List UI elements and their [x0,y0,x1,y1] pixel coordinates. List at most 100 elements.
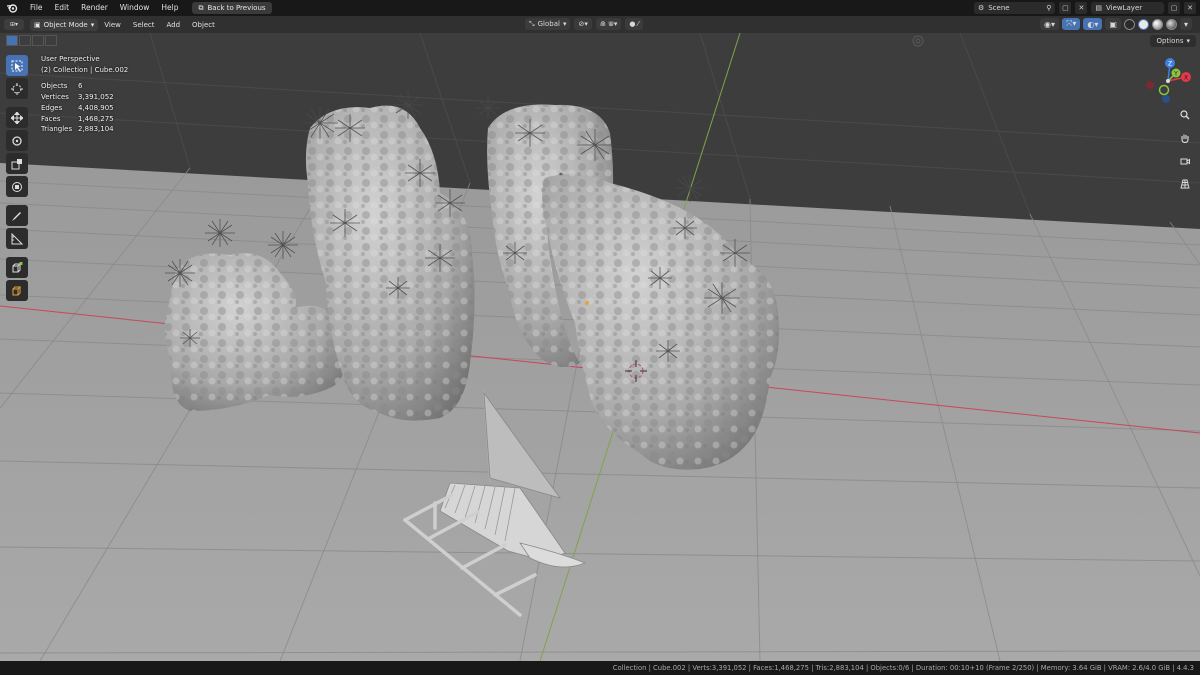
select-new-icon[interactable] [6,35,18,46]
solid-shading-icon[interactable] [1137,18,1149,30]
stat-label: Objects [41,82,68,91]
delete-scene-icon[interactable]: ✕ [1075,2,1088,14]
persp-icon[interactable] [1176,175,1194,193]
shading-options-dropdown[interactable]: ▾ [1179,18,1192,30]
orientation-label: Global [537,20,560,28]
visibility-dropdown[interactable]: ◉▾ [1040,18,1059,30]
viewport-info-overlay: User Perspective (2) Collection | Cube.0… [41,54,128,135]
menu-file[interactable]: File [24,0,49,16]
snap-icon: ⋒ ⋓▾ [599,20,618,28]
mode-label: Object Mode [43,20,88,29]
pivot-icon: ⊘▾ [578,20,588,28]
stat-value: 3,391,052 [78,93,114,102]
stat-label: Triangles [41,125,73,134]
select-box-icon[interactable] [6,55,28,76]
gizmo-neg-y-axis[interactable] [1158,84,1170,96]
orientation-icon: ⤡ [529,19,535,28]
scene-icon: ⚙ [977,4,985,12]
back-icon: ⧉ [198,3,204,12]
transform-orientation-dropdown[interactable]: ⤡ Global ▾ [525,18,571,30]
status-bar: Collection | Cube.002 | Verts:3,391,052 … [0,661,1200,675]
scale-icon[interactable] [6,153,28,174]
xray-toggle[interactable]: ▣ [1105,18,1121,30]
transform-icon[interactable] [6,176,28,197]
options-label: Options [1156,37,1184,45]
menu-object[interactable]: Object [186,21,221,29]
chevron-down-icon: ▾ [90,20,95,29]
select-extend-icon[interactable] [19,35,31,46]
selection-mode-buttons [6,35,57,46]
camera-icon[interactable] [1176,152,1194,170]
material-shading-icon[interactable] [1151,18,1163,30]
new-view-layer-icon[interactable]: ▢ [1168,2,1180,14]
stat-label: Vertices [41,93,69,102]
annotate-icon[interactable] [6,205,28,226]
select-subtract-icon[interactable] [32,35,44,46]
zoom-icon[interactable] [1176,106,1194,124]
chevron-down-icon: ▾ [1186,37,1190,45]
gizmo-neg-z-axis[interactable] [1162,95,1170,103]
scene-name: Scene [988,4,1010,12]
menu-render[interactable]: Render [75,0,114,16]
menu-add[interactable]: Add [160,21,186,29]
hand-icon[interactable] [1176,129,1194,147]
gizmo-toggle[interactable]: ⤧▾ [1062,18,1081,30]
pivot-point-dropdown[interactable]: ⊘▾ [574,18,592,30]
eye-icon: ◉▾ [1044,19,1055,29]
back-to-previous-label: Back to Previous [207,4,266,12]
view-layer-name: ViewLayer [1106,4,1143,12]
top-menu-bar: File Edit Render Window Help ⧉ Back to P… [0,0,1200,16]
view-layer-selector[interactable]: ▤ ViewLayer [1091,2,1164,14]
status-text: Collection | Cube.002 | Verts:3,391,052 … [612,664,1194,672]
stat-value: 2,883,104 [78,125,114,134]
proportional-icon: ● ⁄ [629,20,639,28]
stat-label: Edges [41,103,63,112]
editor-type-dropdown[interactable]: ⊞▾ [4,19,24,30]
menu-select[interactable]: Select [127,21,161,29]
chevron-down-icon: ▾ [562,20,567,28]
xray-icon: ▣ [1109,19,1117,29]
new-scene-icon[interactable]: ▢ [1059,2,1072,14]
snap-toggle[interactable]: ⋒ ⋓▾ [595,18,622,30]
gizmo-x-label: X [1184,75,1188,82]
proportional-editing-toggle[interactable]: ● ⁄ [625,18,643,30]
tool-shelf [6,55,30,301]
select-difference-icon[interactable] [45,35,57,46]
active-object-line: (2) Collection | Cube.002 [41,65,129,74]
stat-value: 1,468,275 [78,114,114,123]
blender-logo-icon[interactable] [5,1,19,15]
cursor-icon[interactable] [6,78,28,99]
view-layer-icon: ▤ [1095,4,1102,12]
add-object-icon[interactable] [6,280,28,301]
menu-edit[interactable]: Edit [49,0,76,16]
stat-value: 4,408,905 [78,103,114,112]
scene-selector[interactable]: ⚙ Scene ⚲ [973,2,1056,14]
menu-view[interactable]: View [98,21,127,29]
menu-help[interactable]: Help [155,0,184,16]
rendered-shading-icon[interactable] [1165,18,1177,30]
mode-dropdown[interactable]: ▣ Object Mode ▾ [30,18,99,31]
stat-value: 6 [78,82,83,91]
overlays-toggle[interactable]: ◐▾ [1083,18,1103,30]
chevron-down-icon: ▾ [1183,19,1188,29]
gizmo-z-label: Z [1168,61,1172,68]
stat-label: Faces [41,114,61,123]
wireframe-shading-icon[interactable] [1123,18,1135,30]
move-icon[interactable] [6,107,28,128]
scene-statistics: Objects 6 Vertices 3,391,052 Edges 4,408,90… [41,81,128,135]
gizmo-y-label: Y [1173,71,1178,78]
measure-icon[interactable] [6,228,28,249]
delete-view-layer-icon[interactable]: ✕ [1184,2,1196,14]
menu-window[interactable]: Window [114,0,156,16]
rotate-icon[interactable] [6,130,28,151]
scene-render [0,33,1200,661]
navigation-buttons [1176,106,1194,193]
pin-icon: ⚲ [1046,4,1052,12]
gizmo-neg-x-axis[interactable] [1146,81,1154,89]
navigation-gizmo[interactable]: X Z Y [1140,55,1196,105]
add-cube-icon[interactable] [6,257,28,278]
viewport-header: ⊞▾ ▣ Object Mode ▾ View Select Add Objec… [0,16,1200,33]
back-to-previous-button[interactable]: ⧉ Back to Previous [192,2,272,14]
3d-viewport[interactable]: User Perspective (2) Collection | Cube.0… [0,33,1200,661]
options-dropdown[interactable]: Options ▾ [1150,35,1196,47]
